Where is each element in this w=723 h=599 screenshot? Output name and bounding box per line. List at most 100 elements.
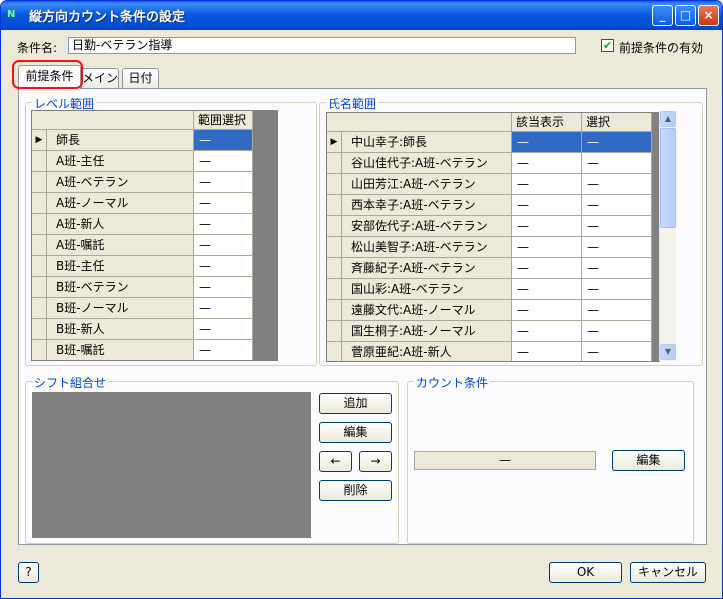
row-selector[interactable] (32, 214, 47, 235)
select-cell[interactable]: — (582, 195, 652, 216)
level-range-select-cell[interactable]: — (194, 172, 253, 193)
show-cell[interactable]: — (512, 216, 582, 237)
level-row[interactable]: A班-主任 — (32, 151, 253, 172)
name-row[interactable]: 斉藤紀子:A班-ベテラン — — (327, 258, 652, 279)
add-button[interactable]: 追加 (319, 393, 392, 414)
level-row[interactable]: B班-ノーマル — (32, 298, 253, 319)
row-selector[interactable] (327, 195, 342, 216)
show-cell[interactable]: — (512, 342, 582, 361)
level-range-select-cell[interactable]: — (194, 130, 253, 151)
show-cell[interactable]: — (512, 153, 582, 174)
row-selector[interactable] (32, 235, 47, 256)
row-selector[interactable] (327, 153, 342, 174)
name-row[interactable]: 西本幸子:A班-ベテラン — — (327, 195, 652, 216)
move-left-button[interactable]: ← (319, 451, 352, 472)
level-row[interactable]: A班-ベテラン — (32, 172, 253, 193)
scrollbar-thumb[interactable] (660, 128, 676, 228)
move-right-button[interactable]: → (359, 451, 392, 472)
name-row[interactable]: 国生桐子:A班-ノーマル — — (327, 321, 652, 342)
name-row[interactable]: 菅原亜紀:A班-新人 — — (327, 342, 652, 361)
title-bar[interactable]: N 縦方向カウント条件の設定 _ □ × (1, 1, 722, 30)
name-row[interactable]: 山田芳江:A班-ベテラン — — (327, 174, 652, 195)
name-row[interactable]: 松山美智子:A班-ベテラン — — (327, 237, 652, 258)
show-cell[interactable]: — (512, 237, 582, 258)
level-row[interactable]: B班-嘱託 — (32, 340, 253, 360)
name-row[interactable]: 国山彩:A班-ベテラン — — (327, 279, 652, 300)
level-range-select-cell[interactable]: — (194, 319, 253, 340)
level-row[interactable]: B班-主任 — (32, 256, 253, 277)
row-selector[interactable] (327, 321, 342, 342)
name-row[interactable]: 遠藤文代:A班-ノーマル — — (327, 300, 652, 321)
level-row[interactable]: A班-ノーマル — (32, 193, 253, 214)
condition-name-input[interactable]: 日勤-ベテラン指導 (68, 37, 576, 54)
name-row[interactable]: 谷山佳代子:A班-ベテラン — — (327, 153, 652, 174)
select-cell[interactable]: — (582, 237, 652, 258)
row-selector[interactable] (32, 277, 47, 298)
select-cell[interactable]: — (582, 153, 652, 174)
name-grid-scrollbar[interactable]: ▲ ▼ (659, 111, 676, 361)
select-cell[interactable]: — (582, 132, 652, 153)
show-cell[interactable]: — (512, 321, 582, 342)
show-cell[interactable]: — (512, 195, 582, 216)
row-selector[interactable] (327, 237, 342, 258)
maximize-button[interactable]: □ (675, 5, 696, 26)
row-selector[interactable] (327, 216, 342, 237)
level-row[interactable]: ▶ 師長 — (32, 130, 253, 151)
show-cell[interactable]: — (512, 300, 582, 321)
select-cell[interactable]: — (582, 279, 652, 300)
row-selector[interactable] (32, 193, 47, 214)
select-cell[interactable]: — (582, 321, 652, 342)
shift-combo-list[interactable] (32, 392, 311, 538)
row-selector[interactable] (327, 258, 342, 279)
scroll-up-icon[interactable]: ▲ (660, 111, 676, 127)
row-selector[interactable] (327, 300, 342, 321)
level-range-select-cell[interactable]: — (194, 256, 253, 277)
level-row[interactable]: B班-新人 — (32, 319, 253, 340)
select-cell[interactable]: — (582, 174, 652, 195)
level-range-select-cell[interactable]: — (194, 193, 253, 214)
row-selector[interactable] (32, 340, 47, 360)
row-selector[interactable] (32, 298, 47, 319)
close-button[interactable]: × (698, 5, 719, 26)
row-selector[interactable] (32, 172, 47, 193)
row-selector[interactable] (32, 151, 47, 172)
level-range-select-cell[interactable]: — (194, 214, 253, 235)
row-selector[interactable] (327, 342, 342, 361)
precondition-enabled-checkbox[interactable]: ✔ (601, 39, 614, 52)
current-row-arrow-icon[interactable]: ▶ (32, 130, 47, 151)
row-selector[interactable] (327, 279, 342, 300)
level-range-select-cell[interactable]: — (194, 340, 253, 360)
level-row[interactable]: A班-新人 — (32, 214, 253, 235)
level-range-select-cell[interactable]: — (194, 298, 253, 319)
cancel-button[interactable]: キャンセル (630, 562, 706, 583)
precondition-enabled-label[interactable]: 前提条件の有効 (619, 39, 703, 56)
name-row[interactable]: 安部佐代子:A班-ベテラン — — (327, 216, 652, 237)
level-row[interactable]: B班-ベテラン — (32, 277, 253, 298)
row-selector[interactable] (32, 256, 47, 277)
show-cell[interactable]: — (512, 132, 582, 153)
select-cell[interactable]: — (582, 300, 652, 321)
current-row-arrow-icon[interactable]: ▶ (327, 132, 342, 153)
tab-date[interactable]: 日付 (122, 68, 159, 88)
show-cell[interactable]: — (512, 258, 582, 279)
count-edit-button[interactable]: 編集 (612, 450, 685, 471)
level-range-select-cell[interactable]: — (194, 277, 253, 298)
show-cell[interactable]: — (512, 279, 582, 300)
scroll-down-icon[interactable]: ▼ (660, 344, 676, 360)
minimize-button[interactable]: _ (652, 5, 673, 26)
level-row[interactable]: A班-嘱託 — (32, 235, 253, 256)
show-cell[interactable]: — (512, 174, 582, 195)
ok-button[interactable]: OK (549, 562, 622, 583)
delete-button[interactable]: 削除 (319, 480, 392, 501)
name-row[interactable]: ▶ 中山幸子:師長 — — (327, 132, 652, 153)
tab-main[interactable]: メイン (81, 68, 119, 88)
select-cell[interactable]: — (582, 258, 652, 279)
level-range-select-cell[interactable]: — (194, 235, 253, 256)
row-selector[interactable] (32, 319, 47, 340)
help-button[interactable]: ? (18, 562, 39, 583)
level-range-select-cell[interactable]: — (194, 151, 253, 172)
shift-edit-button[interactable]: 編集 (319, 422, 392, 443)
select-cell[interactable]: — (582, 342, 652, 361)
row-selector[interactable] (327, 174, 342, 195)
select-cell[interactable]: — (582, 216, 652, 237)
